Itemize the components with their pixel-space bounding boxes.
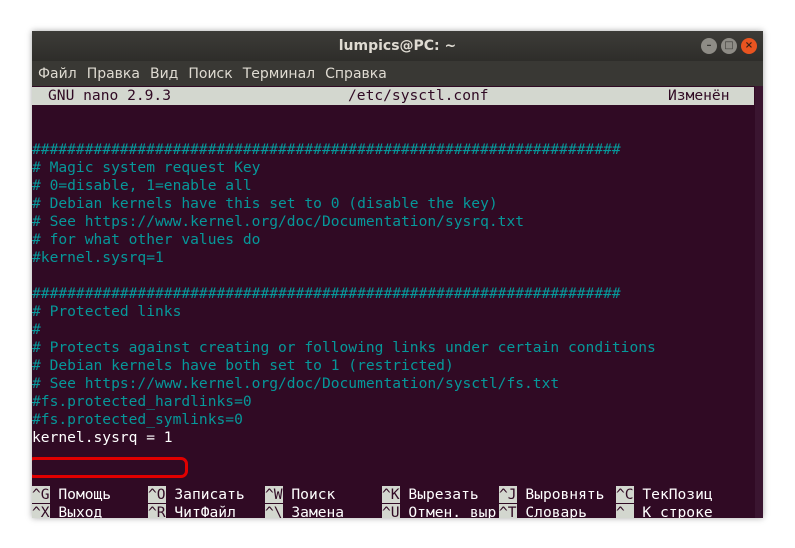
menu-search[interactable]: Поиск <box>183 66 237 82</box>
shortcut-read-file[interactable]: ^R ЧитФайл <box>148 504 236 518</box>
terminal-area[interactable]: GNU nano 2.9.3 /etc/sysctl.conf Изменён … <box>32 86 763 518</box>
title-bar[interactable]: lumpics@PC: ~ – □ × <box>32 31 763 61</box>
modified-indicator: Изменён <box>668 87 730 104</box>
highlight-box <box>32 457 188 478</box>
comment-line: ########################################… <box>32 141 621 158</box>
shortcut-go-line[interactable]: ^_ К строке <box>616 504 713 518</box>
scrollbar[interactable] <box>755 86 763 518</box>
comment-line: #fs.protected_symlinks=0 <box>32 411 243 428</box>
menu-bar: Файл Правка Вид Поиск Терминал Справка <box>32 61 763 86</box>
minimize-icon[interactable]: – <box>701 38 717 54</box>
window-title: lumpics@PC: ~ <box>338 38 457 54</box>
shortcut-spell[interactable]: ^T Словарь <box>499 504 587 518</box>
nano-version: GNU nano 2.9.3 <box>48 87 172 104</box>
comment-line: #fs.protected_hardlinks=0 <box>32 393 252 410</box>
nano-status-bar: GNU nano 2.9.3 /etc/sysctl.conf Изменён <box>32 87 754 105</box>
menu-help[interactable]: Справка <box>320 66 392 82</box>
config-line: kernel.sysrq = 1 <box>32 429 173 446</box>
comment-line: # Debian kernels have both set to 1 (res… <box>32 357 454 374</box>
nano-shortcuts: ^G Помощь ^O Записать ^W Поиск ^K Выреза… <box>32 486 754 518</box>
comment-line: # See https://www.kernel.org/doc/Documen… <box>32 375 560 392</box>
menu-file[interactable]: Файл <box>32 66 82 82</box>
window-controls: – □ × <box>701 38 757 54</box>
terminal-window: lumpics@PC: ~ – □ × Файл Правка Вид Поис… <box>32 31 763 518</box>
comment-line: # Debian kernels have this set to 0 (dis… <box>32 195 498 212</box>
close-icon[interactable]: × <box>741 38 757 54</box>
shortcut-help[interactable]: ^G Помощь <box>32 486 111 504</box>
maximize-icon[interactable]: □ <box>721 38 737 54</box>
comment-line: # for what other values do <box>32 231 261 248</box>
comment-line: # Protects against creating or following… <box>32 339 656 356</box>
menu-view[interactable]: Вид <box>145 66 183 82</box>
comment-line: # See https://www.kernel.org/doc/Documen… <box>32 213 525 230</box>
shortcut-uncut[interactable]: ^U Отмен. выр <box>382 504 496 518</box>
shortcut-cut[interactable]: ^K Вырезать <box>382 486 479 504</box>
comment-line: #kernel.sysrq=1 <box>32 249 164 266</box>
comment-line: # <box>32 321 41 338</box>
comment-line: ########################################… <box>32 285 621 302</box>
shortcut-search[interactable]: ^W Поиск <box>265 486 335 504</box>
file-path: /etc/sysctl.conf <box>348 87 489 104</box>
menu-edit[interactable]: Правка <box>82 66 145 82</box>
shortcut-cur-pos[interactable]: ^C ТекПозиц <box>616 486 713 504</box>
shortcut-write[interactable]: ^O Записать <box>148 486 245 504</box>
shortcut-justify[interactable]: ^J Выровнять <box>499 486 604 504</box>
comment-line: # Magic system request Key <box>32 159 261 176</box>
comment-line: # Protected links <box>32 303 182 320</box>
menu-terminal[interactable]: Терминал <box>238 66 320 82</box>
shortcut-replace[interactable]: ^\ Замена <box>265 504 344 518</box>
shortcut-exit[interactable]: ^X Выход <box>32 504 102 518</box>
comment-line: # 0=disable, 1=enable all <box>32 177 252 194</box>
